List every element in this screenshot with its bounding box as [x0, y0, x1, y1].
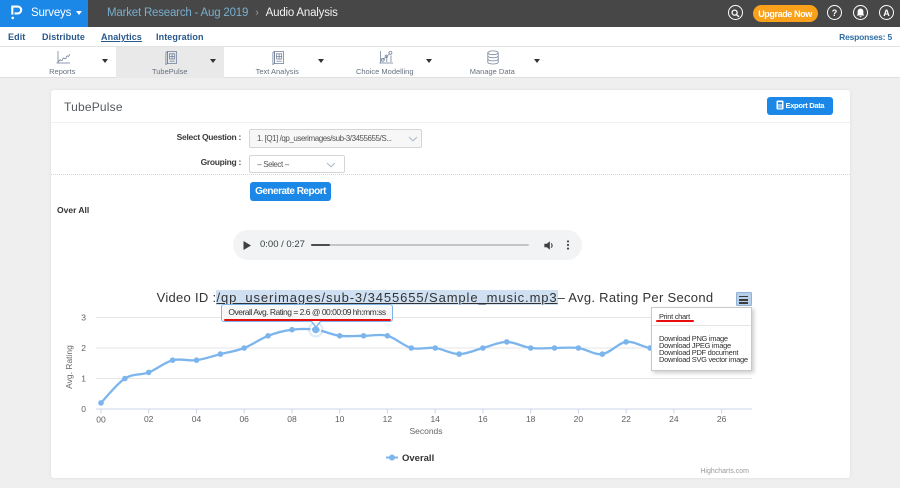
svg-text:00: 00 — [96, 415, 106, 425]
svg-text:Overall: Overall — [402, 453, 434, 464]
svg-text:06: 06 — [239, 414, 249, 424]
svg-text:18: 18 — [526, 414, 536, 424]
svg-text:Seconds: Seconds — [409, 426, 442, 436]
svg-text:1: 1 — [81, 374, 86, 384]
svg-text:3: 3 — [81, 313, 86, 323]
svg-text:16: 16 — [478, 414, 488, 424]
svg-text:Highcharts.com: Highcharts.com — [700, 468, 749, 475]
svg-text:14: 14 — [430, 414, 440, 424]
svg-text:12: 12 — [383, 414, 393, 424]
svg-text:02: 02 — [144, 414, 154, 424]
svg-text:26: 26 — [717, 414, 727, 424]
svg-text:24: 24 — [669, 414, 679, 424]
svg-text:04: 04 — [192, 414, 202, 424]
svg-text:2: 2 — [81, 343, 86, 353]
svg-text:0: 0 — [81, 404, 86, 414]
svg-text:22: 22 — [621, 414, 631, 424]
svg-text:08: 08 — [287, 414, 297, 424]
svg-text:10: 10 — [335, 414, 345, 424]
svg-text:20: 20 — [574, 414, 584, 424]
svg-text:Avg. Rating: Avg. Rating — [64, 345, 74, 389]
